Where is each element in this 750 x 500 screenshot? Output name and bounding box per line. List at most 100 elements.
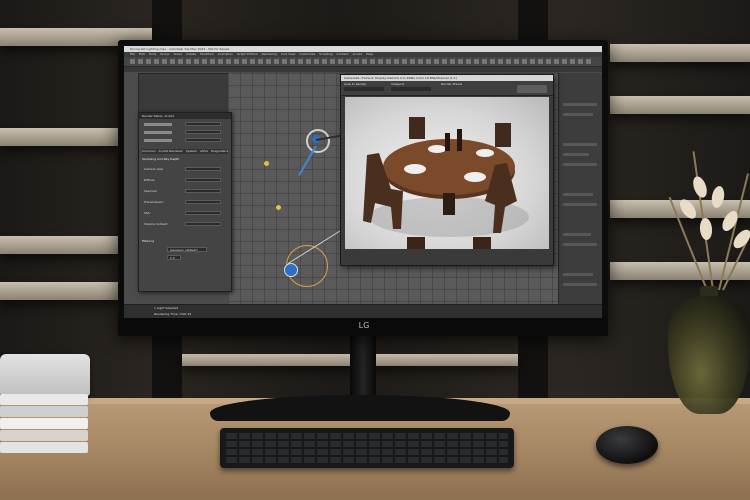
toolbar-button[interactable] bbox=[586, 59, 591, 64]
menu-item[interactable]: Animation bbox=[218, 52, 233, 56]
sampling-row-field[interactable] bbox=[185, 167, 221, 171]
setting-field[interactable] bbox=[185, 122, 221, 126]
toolbar-button[interactable] bbox=[418, 59, 423, 64]
toolbar-button[interactable] bbox=[234, 59, 239, 64]
toolbar-button[interactable] bbox=[354, 59, 359, 64]
toolbar-button[interactable] bbox=[202, 59, 207, 64]
toolbar-button[interactable] bbox=[466, 59, 471, 64]
menu-item[interactable]: Arnold bbox=[352, 52, 362, 56]
toolbar-button[interactable] bbox=[210, 59, 215, 64]
render-setup-tab[interactable]: Diagnostics bbox=[211, 149, 228, 153]
toolbar-button[interactable] bbox=[330, 59, 335, 64]
toolbar-button[interactable] bbox=[370, 59, 375, 64]
toolbar-button[interactable] bbox=[522, 59, 527, 64]
toolbar-button[interactable] bbox=[426, 59, 431, 64]
toolbar-button[interactable] bbox=[530, 59, 535, 64]
menu-item[interactable]: Views bbox=[173, 52, 182, 56]
toolbar-button[interactable] bbox=[186, 59, 191, 64]
render-setup-tab[interactable]: Arnold Renderer bbox=[159, 149, 183, 153]
menu-item[interactable]: Customize bbox=[299, 52, 315, 56]
menu-item[interactable]: Scripting bbox=[319, 52, 332, 56]
menu-item[interactable]: Content bbox=[337, 52, 349, 56]
sampling-row-field[interactable] bbox=[185, 189, 221, 193]
toolbar-button[interactable] bbox=[258, 59, 263, 64]
toolbar-button[interactable] bbox=[242, 59, 247, 64]
toolbar-button[interactable] bbox=[162, 59, 167, 64]
menu-item[interactable]: Civil View bbox=[281, 52, 295, 56]
toolbar-button[interactable] bbox=[506, 59, 511, 64]
toolbar-button[interactable] bbox=[410, 59, 415, 64]
camera-icon[interactable] bbox=[284, 263, 298, 277]
toolbar-button[interactable] bbox=[442, 59, 447, 64]
menu-item[interactable]: Graph Editors bbox=[237, 52, 258, 56]
toolbar-button[interactable] bbox=[546, 59, 551, 64]
render-setup-tabs[interactable]: Common Arnold Renderer System AOVs Diagnosti… bbox=[142, 149, 228, 154]
menu-item[interactable]: Create bbox=[186, 52, 196, 56]
toolbar-button[interactable] bbox=[218, 59, 223, 64]
menu-item[interactable]: Help bbox=[366, 52, 373, 56]
sampling-row-field[interactable] bbox=[185, 222, 221, 226]
menu-item[interactable]: Group bbox=[160, 52, 169, 56]
toolbar-button[interactable] bbox=[458, 59, 463, 64]
setting-field[interactable] bbox=[185, 138, 221, 142]
setting-field[interactable] bbox=[185, 130, 221, 134]
toolbar-button[interactable] bbox=[578, 59, 583, 64]
render-setup-tab[interactable]: System bbox=[186, 149, 197, 153]
menu-items[interactable]: File Edit Tools Group Views Create Modifiers An… bbox=[130, 52, 377, 56]
toolbar-button[interactable] bbox=[170, 59, 175, 64]
viewport-select[interactable] bbox=[391, 87, 431, 91]
toolbar-button[interactable] bbox=[282, 59, 287, 64]
sampling-row-field[interactable] bbox=[185, 200, 221, 204]
toolbar-button[interactable] bbox=[450, 59, 455, 64]
toolbar-button[interactable] bbox=[394, 59, 399, 64]
menu-item[interactable]: Tools bbox=[149, 52, 156, 56]
toolbar-button[interactable] bbox=[570, 59, 575, 64]
render-setup-tab[interactable]: AOVs bbox=[200, 149, 208, 153]
toolbar-button[interactable] bbox=[562, 59, 567, 64]
toolbar-button[interactable] bbox=[402, 59, 407, 64]
toolbar-button[interactable] bbox=[498, 59, 503, 64]
render-setup-tab[interactable]: Common bbox=[142, 149, 156, 153]
toolbar-button[interactable] bbox=[434, 59, 439, 64]
toolbar-button[interactable] bbox=[290, 59, 295, 64]
toolbar-button[interactable] bbox=[306, 59, 311, 64]
filter-type-select[interactable]: Gaussian (default) bbox=[167, 247, 207, 252]
toolbar-button[interactable] bbox=[154, 59, 159, 64]
filter-width-field[interactable]: 1.5 bbox=[167, 255, 181, 260]
toolbar-button[interactable] bbox=[474, 59, 479, 64]
toolbar-button[interactable] bbox=[322, 59, 327, 64]
toolbar-button[interactable] bbox=[386, 59, 391, 64]
toolbar-button[interactable] bbox=[514, 59, 519, 64]
toolbar-button[interactable] bbox=[226, 59, 231, 64]
sampling-row-field[interactable] bbox=[185, 211, 221, 215]
toolbar-button[interactable] bbox=[338, 59, 343, 64]
toolbar-button[interactable] bbox=[482, 59, 487, 64]
light-source-icon[interactable] bbox=[264, 161, 269, 166]
menu-item[interactable]: Rendering bbox=[262, 52, 277, 56]
menu-item[interactable]: File bbox=[130, 52, 135, 56]
toolbar-button[interactable] bbox=[130, 59, 135, 64]
toolbar-button[interactable] bbox=[194, 59, 199, 64]
toolbar-button[interactable] bbox=[138, 59, 143, 64]
menu-item[interactable]: Edit bbox=[139, 52, 145, 56]
area-select[interactable] bbox=[344, 87, 384, 91]
rendered-frame-window[interactable]: Camera01, frame 0, Display Gamma 2.2, RG… bbox=[340, 74, 554, 266]
toolbar-button[interactable] bbox=[378, 59, 383, 64]
sampling-row-field[interactable] bbox=[185, 178, 221, 182]
light-source-icon[interactable] bbox=[276, 205, 281, 210]
toolbar-button[interactable] bbox=[250, 59, 255, 64]
toolbar-button[interactable] bbox=[314, 59, 319, 64]
toolbar-button[interactable] bbox=[362, 59, 367, 64]
toolbar-button[interactable] bbox=[538, 59, 543, 64]
render-setup-dialog[interactable]: Render Setup: Arnold Common Arnold Render… bbox=[138, 112, 232, 292]
toolbar-button[interactable] bbox=[266, 59, 271, 64]
render-button[interactable] bbox=[517, 85, 547, 93]
toolbar-button[interactable] bbox=[274, 59, 279, 64]
toolbar-button[interactable] bbox=[346, 59, 351, 64]
toolbar-button[interactable] bbox=[146, 59, 151, 64]
toolbar-button[interactable] bbox=[490, 59, 495, 64]
toolbar-button[interactable] bbox=[178, 59, 183, 64]
menu-item[interactable]: Modifiers bbox=[200, 52, 214, 56]
command-panel[interactable] bbox=[558, 73, 602, 304]
toolbar-button[interactable] bbox=[298, 59, 303, 64]
